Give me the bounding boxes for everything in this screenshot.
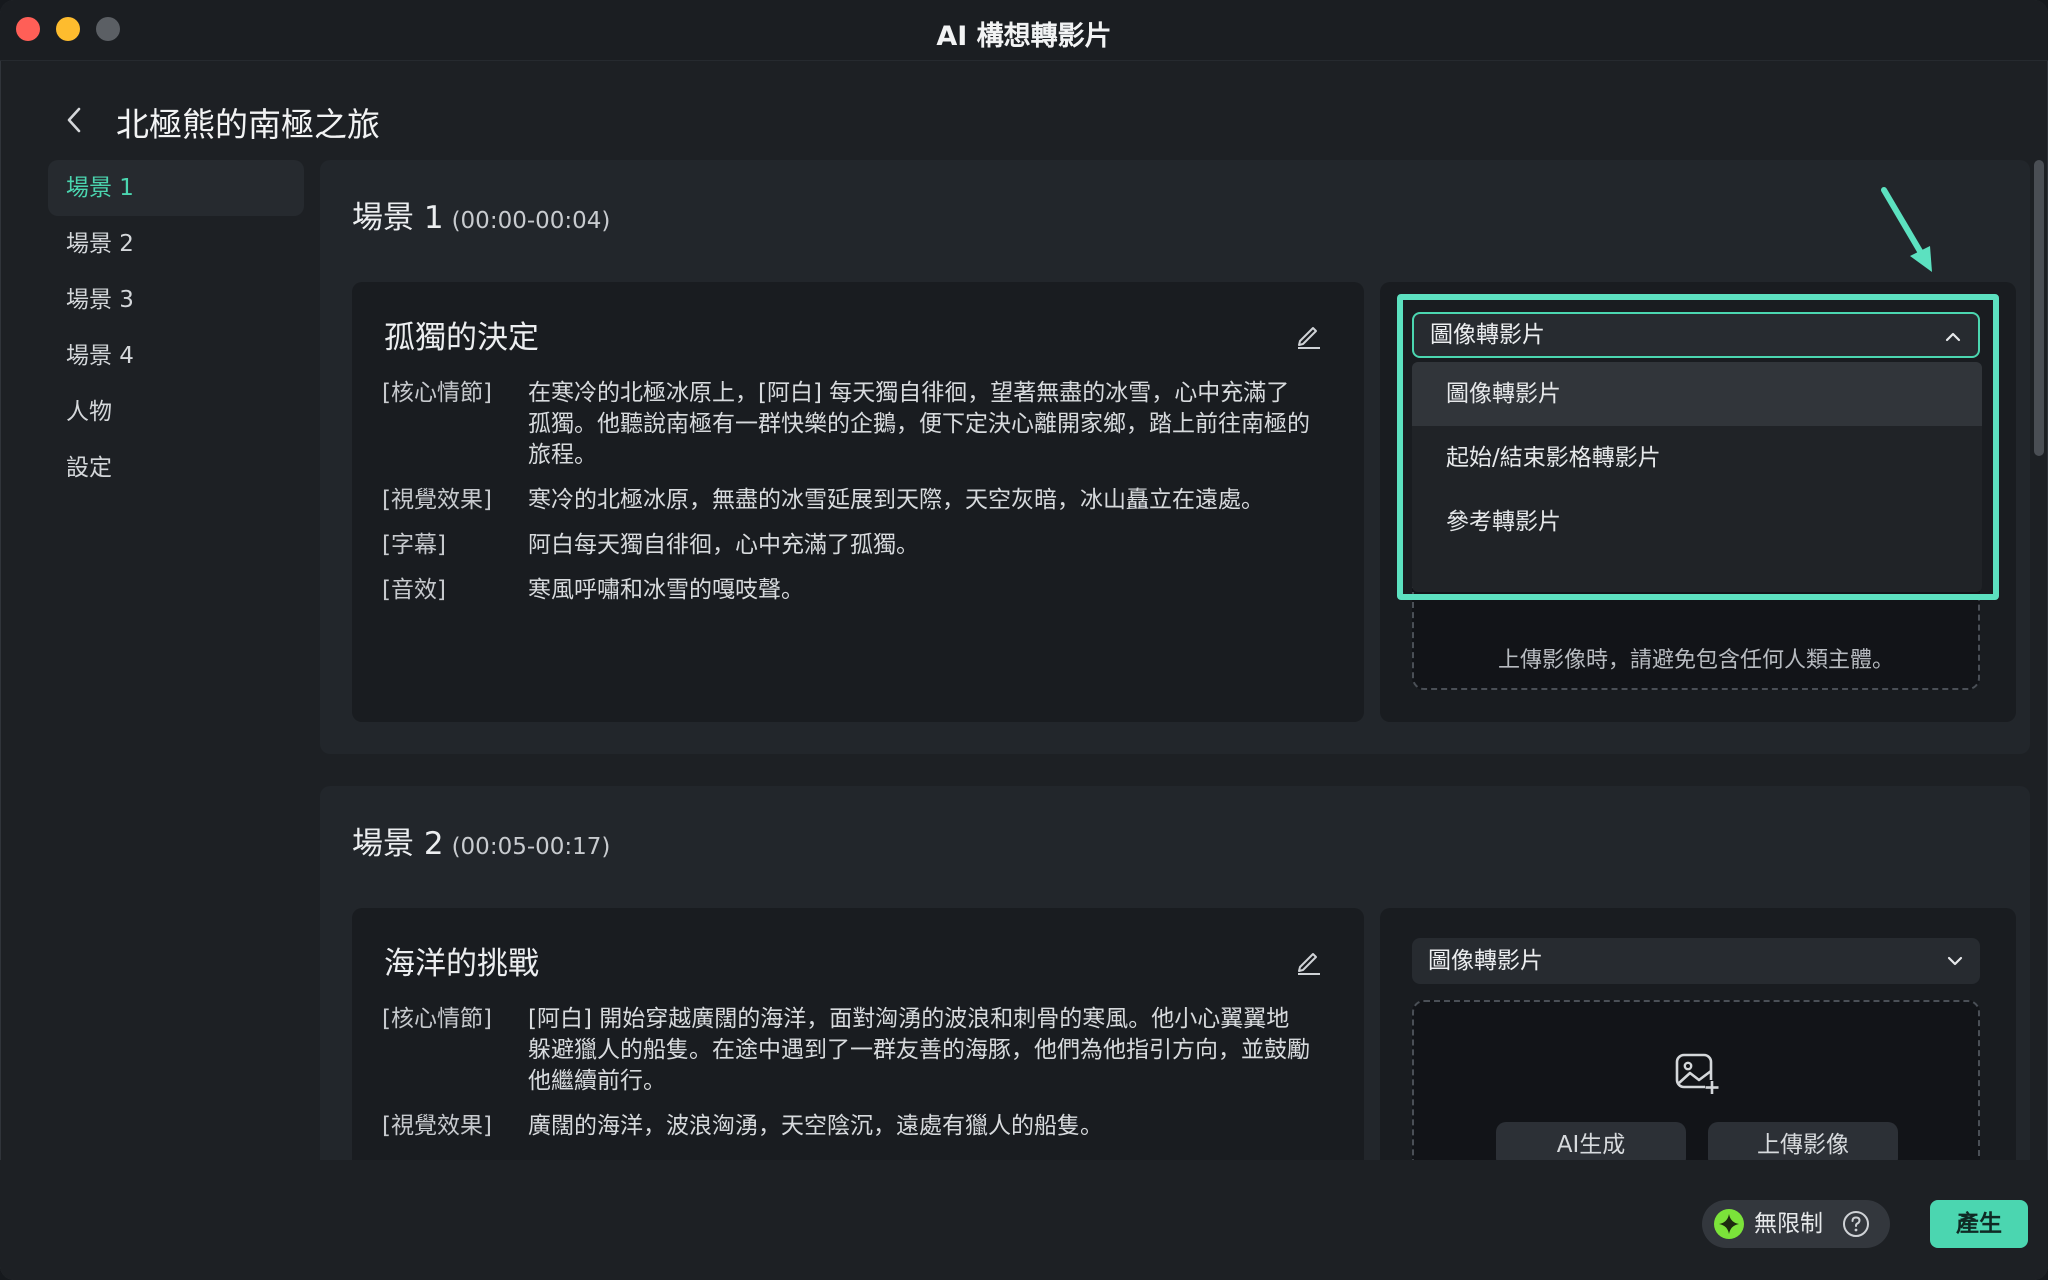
dropdown-option-start-end-frame-to-video[interactable]: 起始/結束影格轉影片: [1412, 426, 1982, 490]
story-row: [視覺效果] 寒冷的北極冰原，無盡的冰雪延展到天際，天空灰暗，冰山矗立在遠處。: [382, 487, 1264, 513]
add-image-icon: [1675, 1053, 1719, 1094]
upload-dropzone: AI生成 上傳影像: [1412, 1000, 1980, 1160]
window-title: AI 構想轉影片: [936, 21, 1112, 52]
story-panel: 海洋的挑戰 [核心情節] [阿白] 開始穿越廣闊的海洋，面對洶湧的波浪和刺骨的寒風…: [352, 908, 1364, 1160]
sidebar-item-settings[interactable]: 設定: [48, 440, 304, 496]
story-details: [核心情節] [阿白] 開始穿越廣闊的海洋，面對洶湧的波浪和刺骨的寒風。他小心翼翼…: [382, 1004, 1312, 1156]
story-row: [字幕] 阿白每天獨自徘徊，心中充滿了孤獨。: [382, 532, 919, 558]
unlimited-label: 無限制: [1754, 1211, 1823, 1237]
story-panel: 孤獨的決定 [核心情節] 在寒冷的北極冰原上，[阿白] 每天獨自徘徊，望著無盡的冰…: [352, 282, 1364, 722]
chevron-down-icon: [1947, 956, 1963, 966]
story-title: 海洋的挑戰: [384, 946, 539, 982]
dropdown-option-image-to-video[interactable]: 圖像轉影片: [1412, 362, 1982, 426]
sidebar-item-scene-2[interactable]: 場景 2: [48, 216, 304, 272]
mode-select-value: 圖像轉影片: [1430, 322, 1545, 348]
scene-list: 場景 1 (00:00-00:04) 孤獨的決定 [核心情節] 在寒冷的北極冰原上，…: [320, 160, 2030, 1160]
generate-button[interactable]: 產生: [1930, 1200, 2028, 1248]
app-window: AI 構想轉影片 北極熊的南極之旅 場景 1 場景 2 場景 3 場景 4 人物…: [0, 0, 2048, 1280]
ai-generate-button[interactable]: AI生成: [1496, 1122, 1686, 1160]
story-row: [核心情節] [阿白] 開始穿越廣闊的海洋，面對洶湧的波浪和刺骨的寒風。他小心翼翼…: [382, 1006, 1310, 1094]
sparkle-icon: [1714, 1209, 1744, 1239]
mode-select-value: 圖像轉影片: [1428, 948, 1543, 974]
media-panel: 圖像轉影片 AI生成 上傳影像: [1380, 908, 2016, 1160]
story-details: [核心情節] 在寒冷的北極冰原上，[阿白] 每天獨自徘徊，望著無盡的冰雪，心中充滿…: [382, 378, 1312, 620]
chevron-left-icon: [67, 107, 81, 133]
mode-select[interactable]: 圖像轉影片: [1412, 938, 1980, 984]
sidebar-item-scene-1[interactable]: 場景 1: [48, 160, 304, 216]
sidebar-item-scene-4[interactable]: 場景 4: [48, 328, 304, 384]
sidebar-item-characters[interactable]: 人物: [48, 384, 304, 440]
scene-heading: 場景 1 (00:00-00:04): [352, 192, 610, 237]
back-button[interactable]: [56, 100, 92, 140]
scene-time: (00:05-00:17): [451, 834, 611, 860]
story-row: [音效] 寒風呼嘯和冰雪的嘎吱聲。: [382, 577, 804, 603]
scrollbar-thumb[interactable]: [2034, 160, 2044, 456]
scene-card-2: 場景 2 (00:05-00:17) 海洋的挑戰 [核心情節] [阿白] 開始穿越廣…: [320, 786, 2030, 1160]
sidebar-item-scene-3[interactable]: 場景 3: [48, 272, 304, 328]
story-row: [核心情節] 在寒冷的北極冰原上，[阿白] 每天獨自徘徊，望著無盡的冰雪，心中充滿…: [382, 380, 1310, 468]
mode-dropdown-menu: 圖像轉影片 起始/結束影格轉影片 參考轉影片: [1412, 362, 1982, 592]
scene-heading: 場景 2 (00:05-00:17): [352, 818, 610, 863]
project-title: 北極熊的南極之旅: [116, 105, 380, 144]
mode-select[interactable]: 圖像轉影片: [1412, 312, 1980, 358]
scene-name: 場景 1: [352, 200, 444, 236]
scene-name: 場景 2: [352, 826, 444, 862]
unlimited-badge[interactable]: 無限制: [1702, 1200, 1890, 1248]
help-question-icon[interactable]: [1842, 1210, 1870, 1238]
scene-sidebar: 場景 1 場景 2 場景 3 場景 4 人物 設定: [48, 160, 304, 496]
scene-time: (00:00-00:04): [451, 208, 611, 234]
dropdown-option-reference-to-video[interactable]: 參考轉影片: [1412, 490, 1982, 554]
story-row: [視覺效果] 廣闊的海洋，波浪洶湧，天空陰沉，遠處有獵人的船隻。: [382, 1113, 1103, 1139]
upload-hint: 上傳影像時，請避免包含任何人類主體。: [1497, 648, 1894, 673]
edit-pencil-icon[interactable]: [1294, 946, 1324, 976]
chevron-up-icon: [1945, 332, 1961, 342]
title-bar: AI 構想轉影片: [0, 0, 2048, 61]
upload-image-button[interactable]: 上傳影像: [1708, 1122, 1898, 1160]
edit-pencil-icon[interactable]: [1294, 320, 1324, 350]
story-title: 孤獨的決定: [384, 320, 539, 356]
